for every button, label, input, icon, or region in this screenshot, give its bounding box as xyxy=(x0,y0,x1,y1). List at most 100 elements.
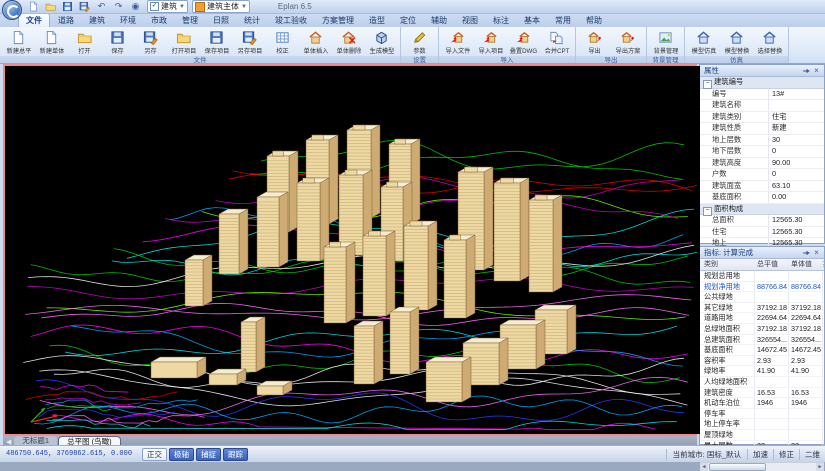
property-row[interactable]: 总面积12565.30 xyxy=(700,215,824,227)
ribbon-button[interactable]: 新建单体 xyxy=(35,28,68,56)
indicator-row[interactable]: 规划净用地88766.8488766.84 xyxy=(700,282,824,293)
open-icon[interactable] xyxy=(43,0,58,14)
close-icon[interactable]: × xyxy=(811,247,822,258)
close-icon[interactable]: × xyxy=(811,65,822,76)
property-row[interactable]: 户数0 xyxy=(700,169,824,181)
toggle-2[interactable]: 极轴 xyxy=(169,448,194,461)
indicator-row[interactable]: 公共绿地 xyxy=(700,292,824,303)
menu-tab-17[interactable]: 常用 xyxy=(548,14,578,27)
horizontal-scrollbar[interactable]: ◄ ► xyxy=(700,462,824,471)
menu-tab-14[interactable]: 视图 xyxy=(455,14,485,27)
menu-tab-12[interactable]: 定位 xyxy=(393,14,423,27)
menu-tab-8[interactable]: 统计 xyxy=(237,14,267,27)
property-row[interactable]: 建筑类别住宅 xyxy=(700,112,824,124)
status-button-1[interactable]: 加速 xyxy=(747,449,773,460)
menu-tab-13[interactable]: 辅助 xyxy=(424,14,454,27)
ribbon-button[interactable]: 单体插入 xyxy=(299,28,332,56)
menu-tab-1[interactable]: 文件 xyxy=(18,13,50,27)
menu-tab-4[interactable]: 环境 xyxy=(113,14,143,27)
indicator-row[interactable]: 总建筑面积326554...326554... xyxy=(700,335,824,346)
indicator-row[interactable]: 基底面积14672.4514672.45 xyxy=(700,345,824,356)
property-row[interactable]: 编号13# xyxy=(700,89,824,101)
ribbon-button[interactable]: 单体删除 xyxy=(332,28,365,56)
indicator-row[interactable]: 规划总用地 xyxy=(700,271,824,282)
toggle-4[interactable]: 跟踪 xyxy=(223,448,248,461)
indicator-row[interactable]: 停车率 xyxy=(700,409,824,420)
property-section-header[interactable]: −建筑编号 xyxy=(700,77,824,89)
new-icon[interactable] xyxy=(26,0,41,14)
save-all-icon[interactable] xyxy=(77,0,92,14)
ribbon-button[interactable]: 叠置DWG xyxy=(507,28,540,56)
property-row[interactable]: 建筑名称 xyxy=(700,100,824,112)
menu-tab-5[interactable]: 市政 xyxy=(144,14,174,27)
ribbon-button[interactable]: 另存项目 xyxy=(233,28,266,56)
indicator-column-header[interactable]: 单体值 xyxy=(789,259,823,270)
help-icon[interactable]: ◉ xyxy=(128,0,143,14)
property-row[interactable]: 住宅12565.30 xyxy=(700,227,824,239)
indicator-row[interactable]: 建筑密度16.5316.53 xyxy=(700,388,824,399)
menu-tab-15[interactable]: 标注 xyxy=(486,14,516,27)
indicator-row[interactable]: 人均绿地面积 xyxy=(700,377,824,388)
property-row[interactable]: 基底面积0.00 xyxy=(700,192,824,204)
property-row[interactable]: 地上层数30 xyxy=(700,135,824,147)
menu-tab-9[interactable]: 竣工验收 xyxy=(268,14,314,27)
ribbon-button[interactable]: 导入文件 xyxy=(441,28,474,56)
property-row[interactable]: 建筑高度90.00 xyxy=(700,158,824,170)
ribbon-button[interactable]: 导入项目 xyxy=(474,28,507,56)
menu-tab-2[interactable]: 道路 xyxy=(51,14,81,27)
ribbon-button[interactable]: 选择替换 xyxy=(753,28,786,56)
indicator-row[interactable]: 机动车泊位19461946 xyxy=(700,398,824,409)
undo-icon[interactable]: ↶ xyxy=(94,0,109,14)
model-combo[interactable]: 建筑主体 ▼ xyxy=(192,0,250,13)
menu-tab-11[interactable]: 造型 xyxy=(362,14,392,27)
indicator-row[interactable]: 绿地率41.9041.90 xyxy=(700,366,824,377)
status-button-3[interactable]: 二维 xyxy=(799,449,825,460)
menu-tab-3[interactable]: 建筑 xyxy=(82,14,112,27)
ribbon-button[interactable]: 生成模型 xyxy=(365,28,398,56)
app-logo-icon[interactable] xyxy=(2,0,22,20)
property-row[interactable]: 建筑性质新建 xyxy=(700,123,824,135)
property-row[interactable]: 建筑面宽63.10 xyxy=(700,181,824,193)
menu-tab-18[interactable]: 帮助 xyxy=(579,14,609,27)
indicator-row[interactable]: 屋顶绿地 xyxy=(700,430,824,441)
menu-tab-10[interactable]: 方案管理 xyxy=(315,14,361,27)
toggle-1[interactable]: 正交 xyxy=(142,448,167,461)
menu-tab-16[interactable]: 基本 xyxy=(517,14,547,27)
scrollbar-thumb[interactable] xyxy=(709,463,766,471)
pin-icon[interactable] xyxy=(800,65,811,76)
save-icon[interactable] xyxy=(60,0,75,14)
property-row[interactable]: 地下层数0 xyxy=(700,146,824,158)
ribbon-button[interactable]: 保存 xyxy=(101,28,134,56)
indicator-column-header[interactable]: 类别 xyxy=(700,259,755,270)
ribbon-button[interactable]: 模型替换 xyxy=(720,28,753,56)
indicator-row[interactable]: 其它绿地37192.1837192.18 xyxy=(700,303,824,314)
scroll-left-icon[interactable]: ◄ xyxy=(700,463,708,471)
ribbon-button[interactable]: 校正 xyxy=(266,28,299,56)
indicator-column-header[interactable]: 总平值 xyxy=(755,259,789,270)
scroll-right-icon[interactable]: ► xyxy=(816,463,824,471)
ribbon-button[interactable]: 背景管理 xyxy=(649,28,682,56)
ribbon-button[interactable]: 打开 xyxy=(68,28,101,56)
drawing-canvas[interactable] xyxy=(3,64,697,436)
ribbon-button[interactable]: 参数 xyxy=(403,28,436,56)
ribbon-button[interactable]: 新建总平 xyxy=(2,28,35,56)
menu-tab-7[interactable]: 日照 xyxy=(206,14,236,27)
indicator-row[interactable]: 总绿地面积37192.1837192.18 xyxy=(700,324,824,335)
redo-icon[interactable]: ↷ xyxy=(111,0,126,14)
ribbon-button[interactable]: 打开项目 xyxy=(167,28,200,56)
ribbon-button[interactable]: 导出方案 xyxy=(611,28,644,56)
ribbon-button[interactable]: 模型仿真 xyxy=(687,28,720,56)
menu-tab-6[interactable]: 管理 xyxy=(175,14,205,27)
ribbon-button[interactable]: 另存 xyxy=(134,28,167,56)
indicator-row[interactable]: 道路用地22694.6422694.64 xyxy=(700,313,824,324)
property-section-header[interactable]: −面积构成 xyxy=(700,204,824,216)
pin-icon[interactable] xyxy=(800,247,811,258)
indicator-row[interactable]: 容积率2.932.93 xyxy=(700,356,824,367)
ribbon-button[interactable]: 导出 xyxy=(578,28,611,56)
toggle-3[interactable]: 捕捉 xyxy=(196,448,221,461)
layer-filter-combo[interactable]: ✓ 建筑 ▼ xyxy=(147,0,188,13)
3d-site-model-view[interactable] xyxy=(5,66,700,434)
status-button-2[interactable]: 修正 xyxy=(773,449,799,460)
indicator-row[interactable]: 地上停车率 xyxy=(700,419,824,430)
ribbon-button[interactable]: 保存项目 xyxy=(200,28,233,56)
